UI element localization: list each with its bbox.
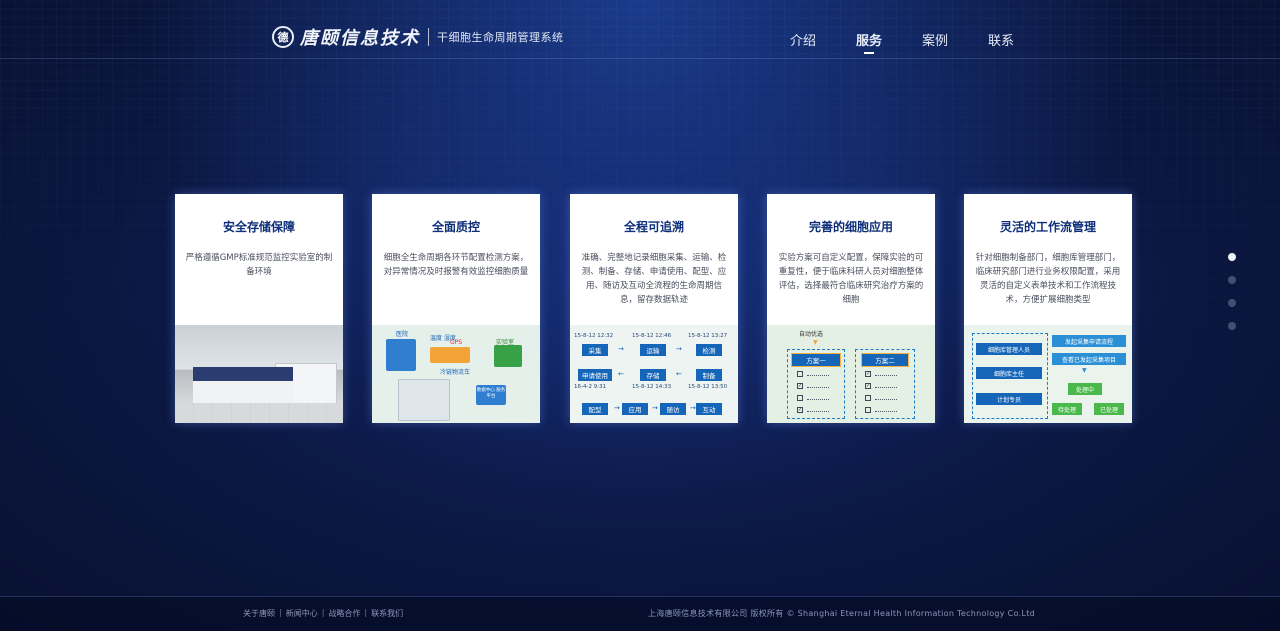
card-secure-storage[interactable]: 安全存储保障 严格遵循GMP标准规范监控实验室的制备环境 [175, 194, 343, 423]
footer-divider: | [279, 608, 282, 617]
section-pager [1228, 253, 1236, 345]
arrow-right-icon: → [614, 404, 620, 412]
gps-label: GPS [450, 339, 463, 346]
arrow-left-icon: ← [676, 370, 682, 378]
nav-item-cases[interactable]: 案例 [922, 30, 948, 49]
checkbox-icon: ✓ [797, 407, 803, 413]
card-title: 灵活的工作流管理 [999, 220, 1096, 234]
logo-seal-icon: 德 [272, 26, 294, 48]
flow-date: 15-8-12 13:27 [688, 333, 728, 339]
flow-date: 15-8-12 13:50 [688, 384, 728, 390]
flow-step-test: 检测 [696, 344, 722, 356]
status-done: 已处理 [1094, 403, 1124, 415]
card-workflow[interactable]: 灵活的工作流管理 针对细胞制备部门，细胞库管理部门，临床研究部门进行业务权限配置… [964, 194, 1132, 423]
plan-a-header: 方案一 [791, 353, 841, 367]
footer-link-contact[interactable]: 联系我们 [371, 608, 403, 619]
data-center-label: 数据中心 服务平台 [476, 388, 506, 399]
brand-name: 唐颐信息技术 [300, 28, 420, 49]
role-planner: 计划专员 [976, 393, 1042, 405]
status-processing: 处理中 [1068, 383, 1102, 395]
flow-step-store: 存储 [640, 369, 666, 381]
pager-dot[interactable] [1228, 322, 1236, 330]
action-start-collection: 发起采集申请流程 [1052, 335, 1126, 347]
card-quality-control[interactable]: 全面质控 细胞全生命周期各环节配置检测方案，对异常情况及时报警有效监控细胞质量 … [372, 194, 540, 423]
flow-date: 15-8-12 12:32 [574, 333, 614, 339]
top-header: 德 唐颐信息技术 干细胞生命周期管理系统 介绍 服务 案例 联系 [0, 0, 1280, 59]
flow-step-prepare: 制备 [696, 369, 722, 381]
card-description: 针对细胞制备部门，细胞库管理部门，临床研究部门进行业务权限配置，采用灵活的自定义… [975, 253, 1121, 305]
checkbox-icon [797, 371, 803, 377]
workflow-illustration: 细胞库管理人员 细胞库主任 计划专员 发起采集申请流程 查看已发起采集项目 ▼ … [964, 325, 1132, 423]
flow-step-interact: 互动 [696, 403, 722, 415]
pager-dot[interactable] [1228, 299, 1236, 307]
arrow-right-icon: → [690, 404, 696, 412]
logo-divider [428, 28, 429, 46]
site-footer: 关于唐颐 | 新闻中心 | 战略合作 | 联系我们 上海唐颐信息技术有限公司 版… [0, 596, 1280, 631]
flow-step-followup: 随访 [660, 403, 686, 415]
checkbox-icon: ✓ [797, 383, 803, 389]
pager-dot[interactable] [1228, 276, 1236, 284]
flow-date: 16-4-2 9:31 [574, 384, 607, 390]
flow-step-apply-use: 应用 [622, 403, 648, 415]
card-description: 实验方案可自定义配置，保障实验的可重复性，便于临床科研人员对细胞整体评估，选择最… [778, 253, 924, 305]
checkbox-icon [865, 407, 871, 413]
arrow-down-icon: ▼ [813, 339, 818, 346]
card-title: 完善的细胞应用 [808, 220, 893, 234]
flow-date: 15-8-12 12:46 [632, 333, 672, 339]
status-pending: 待处理 [1052, 403, 1082, 415]
main-nav: 介绍 服务 案例 联系 [790, 30, 1054, 54]
truck-label: 冷链物流车 [440, 369, 471, 376]
card-cell-application[interactable]: 完善的细胞应用 实验方案可自定义配置，保障实验的可重复性，便于临床科研人员对细胞… [767, 194, 935, 423]
system-subtitle: 干细胞生命周期管理系统 [437, 31, 564, 44]
footer-link-about[interactable]: 关于唐颐 [243, 608, 275, 619]
action-view-collection: 查看已发起采集项目 [1052, 353, 1126, 365]
role-cell-bank-staff: 细胞库管理人员 [976, 343, 1042, 355]
arrow-right-icon: → [618, 345, 624, 353]
flow-step-collect: 采集 [582, 344, 608, 356]
map-icon [398, 379, 450, 421]
checkbox-icon [797, 395, 803, 401]
arrow-left-icon: ← [618, 370, 624, 378]
hospital-label: 医院 [396, 331, 409, 338]
hospital-icon [386, 339, 416, 371]
checkbox-icon [865, 395, 871, 401]
flow-step-match: 配型 [582, 403, 608, 415]
footer-links: 关于唐颐 | 新闻中心 | 战略合作 | 联系我们 [243, 608, 403, 619]
auto-select-label: 自动优选 [799, 331, 824, 338]
laboratory-image [175, 325, 343, 423]
pager-dot[interactable] [1228, 253, 1236, 261]
truck-icon [430, 347, 470, 363]
footer-link-partners[interactable]: 战略合作 [328, 608, 360, 619]
footer-divider: | [321, 608, 325, 617]
nav-item-contact[interactable]: 联系 [988, 30, 1014, 49]
arrow-right-icon: → [676, 345, 682, 353]
flow-step-apply: 申请使用 [578, 369, 612, 381]
card-description: 准确、完整地记录细胞采集、运输、检测、制备、存储、申请使用、配型、应用、随访及互… [581, 253, 727, 305]
footer-divider: | [364, 608, 368, 617]
plan-compare-illustration: 自动优选 ▼ 方案一 ✓ ✓ 方案二 ✓ ✓ [767, 325, 935, 423]
nav-item-intro[interactable]: 介绍 [790, 30, 816, 49]
flow-step-transport: 运输 [640, 344, 666, 356]
copyright-text: 上海唐颐信息技术有限公司 版权所有 © Shanghai Eternal Hea… [648, 609, 1036, 618]
nav-item-services[interactable]: 服务 [856, 30, 882, 54]
checkbox-icon: ✓ [865, 383, 871, 389]
arrow-down-icon: ▼ [1082, 367, 1087, 374]
flow-date: 15-8-12 14:33 [632, 384, 672, 390]
card-title: 安全存储保障 [222, 220, 295, 234]
brand-logo[interactable]: 德 唐颐信息技术 干细胞生命周期管理系统 [272, 24, 564, 50]
card-traceability[interactable]: 全程可追溯 准确、完整地记录细胞采集、运输、检测、制备、存储、申请使用、配型、应… [570, 194, 738, 423]
trace-flow-diagram: 15-8-12 12:32 15-8-12 12:46 15-8-12 13:2… [570, 325, 738, 423]
quality-control-illustration: 医院 温度 湿度 GPS 冷链物流车 实验室 数据中心 服务平台 [372, 325, 540, 423]
role-cell-bank-director: 细胞库主任 [976, 367, 1042, 379]
card-title: 全面质控 [431, 220, 480, 234]
lab-icon [494, 345, 522, 367]
arrow-right-icon: → [652, 404, 658, 412]
card-description: 细胞全生命周期各环节配置检测方案，对异常情况及时报警有效监控细胞质量 [383, 253, 529, 277]
card-description: 严格遵循GMP标准规范监控实验室的制备环境 [185, 253, 333, 277]
card-title: 全程可追溯 [623, 220, 684, 234]
plan-b-header: 方案二 [861, 353, 909, 367]
footer-link-news[interactable]: 新闻中心 [286, 608, 318, 619]
checkbox-icon: ✓ [865, 371, 871, 377]
